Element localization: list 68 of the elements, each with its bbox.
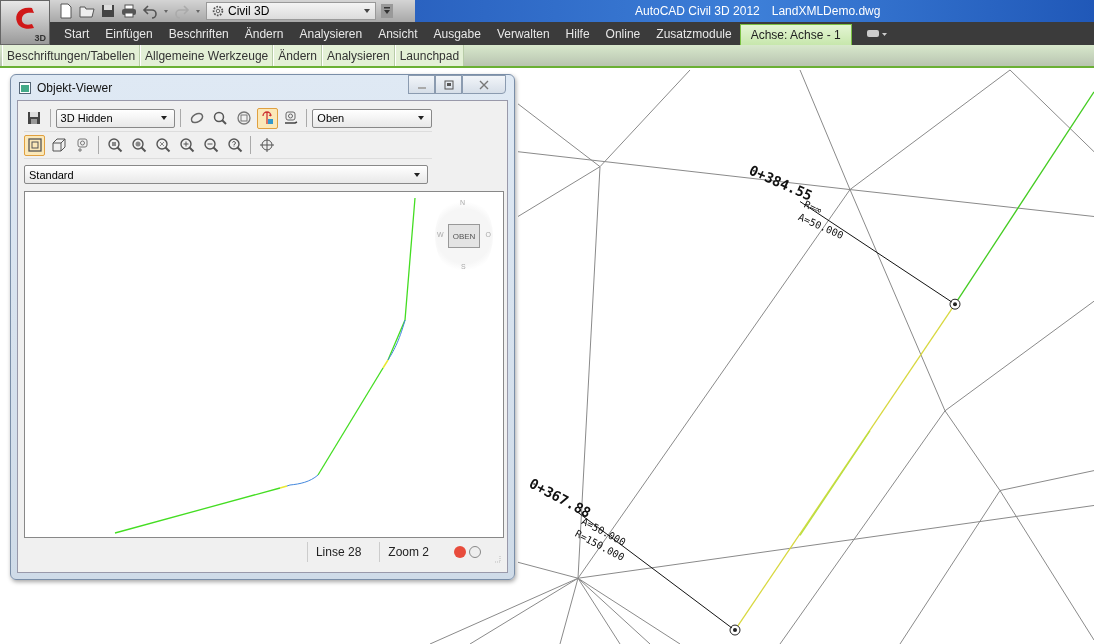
ribbon-tab[interactable]: Verwalten — [488, 24, 558, 44]
application-button[interactable]: 3D — [0, 0, 50, 45]
caret-icon[interactable] — [195, 8, 201, 14]
status-field: Zoom 2 — [379, 542, 447, 562]
window-icon — [19, 81, 31, 94]
cube-icon — [50, 137, 67, 153]
zoom-out-icon — [202, 137, 219, 153]
zoom-extents-icon — [235, 110, 252, 126]
print-icon[interactable] — [121, 3, 137, 19]
ribbon-tab[interactable]: Zusatzmodule — [648, 24, 740, 44]
maximize-button[interactable] — [435, 75, 462, 94]
ribbon-panel-tab[interactable]: Analysieren — [322, 45, 395, 66]
minimize-icon — [417, 86, 426, 89]
caret-icon[interactable] — [163, 8, 169, 14]
window-title: Objekt-Viewer — [37, 80, 113, 95]
orbit-lock-icon — [259, 110, 276, 126]
customize-menu-icon[interactable] — [381, 4, 393, 18]
visual-style-dropdown[interactable]: 3D Hidden — [55, 108, 176, 128]
crosshair-icon — [258, 137, 275, 153]
ribbon-tab[interactable]: Ansicht — [370, 24, 426, 44]
undo-icon[interactable] — [142, 3, 158, 19]
ribbon-tab[interactable]: Beschriften — [160, 24, 237, 44]
camera-icon — [283, 110, 300, 126]
zoom-query-icon — [226, 137, 243, 153]
ribbon-tab[interactable]: Start — [56, 24, 98, 44]
zoom-in-plus-icon — [130, 137, 147, 153]
open-folder-icon[interactable] — [79, 3, 95, 19]
zoom-all-icon — [154, 137, 171, 153]
magnifier-icon — [212, 110, 229, 126]
camera-orbit-icon — [74, 137, 91, 153]
gear-icon — [211, 4, 225, 18]
caret-icon — [363, 8, 371, 14]
zoom-in-icon — [178, 137, 195, 153]
save-icon — [26, 110, 43, 126]
ribbon-panel-tab[interactable]: Ändern — [273, 45, 322, 66]
panel-toggle-icon[interactable] — [865, 29, 888, 39]
ribbon-tab[interactable]: Hilfe — [557, 24, 598, 44]
ribbon-tab[interactable]: Ändern — [236, 24, 292, 44]
file-name: LandXMLDemo.dwg — [771, 4, 881, 18]
close-icon — [479, 79, 489, 90]
ribbon-panel-tab[interactable]: Beschriftungen/Tabellen — [2, 45, 141, 66]
orbit-icon — [188, 110, 205, 126]
status-field: Linse 28 — [306, 542, 380, 562]
ribbon-tab[interactable]: Ausgabe — [425, 24, 489, 44]
caret-icon — [413, 171, 421, 178]
style-dropdown[interactable]: Standard — [24, 165, 428, 184]
orbit-lock-button[interactable] — [257, 107, 278, 129]
new-file-icon[interactable] — [58, 3, 74, 19]
ribbon-tab[interactable]: Einfügen — [97, 24, 161, 44]
workspace-dropdown[interactable]: Civil 3D — [206, 2, 376, 20]
view-cube-face[interactable]: OBEN — [448, 224, 480, 248]
resize-grip-icon[interactable] — [493, 555, 501, 563]
ribbon-tab[interactable]: Analysieren — [291, 24, 371, 44]
maximize-icon — [443, 79, 454, 90]
ribbon-panel-tab[interactable]: Allgemeine Werkzeuge — [140, 45, 274, 66]
ribbon-panel-tab[interactable]: Launchpad — [394, 45, 465, 66]
box-view-button[interactable] — [24, 134, 45, 156]
zoom-window-icon — [106, 137, 123, 153]
box-view-icon — [26, 137, 43, 153]
ribbon-tab[interactable]: Achse: Achse - 1 — [739, 24, 852, 45]
status-lights-icon — [453, 545, 483, 559]
view-dropdown[interactable]: Oben — [312, 108, 433, 128]
version-label: 3D — [34, 33, 46, 43]
window-title: AutoCAD Civil 3D 2012 — [635, 4, 760, 18]
caret-icon — [417, 115, 426, 121]
caret-icon — [160, 115, 169, 121]
ribbon-tab[interactable]: Online — [597, 24, 649, 44]
save-icon[interactable] — [100, 3, 116, 19]
